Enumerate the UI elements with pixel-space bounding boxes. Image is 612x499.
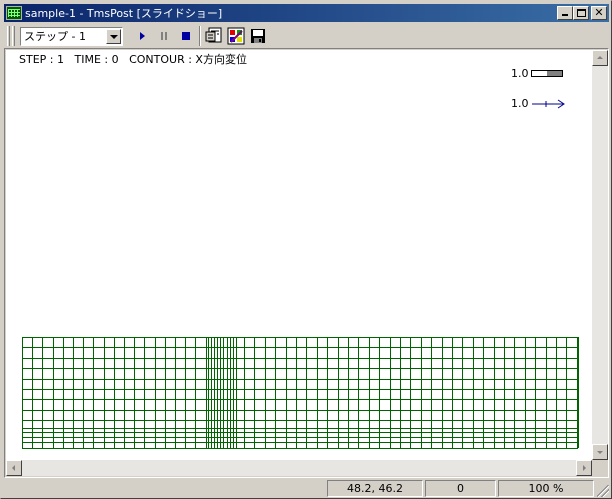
arrow-down-icon [597,451,603,454]
arrow-right-icon [583,465,586,471]
arrow-left-icon [12,465,15,471]
minimize-button[interactable] [557,6,573,20]
pause-icon [161,32,167,40]
chevron-down-icon[interactable] [106,28,121,44]
fe-mesh [22,337,579,449]
resize-grip-icon[interactable] [597,485,609,497]
title-bar[interactable]: sample-1 - TmsPost [スライドショー] ✕ [4,4,609,22]
scroll-up-button[interactable] [592,50,608,66]
app-mesh-icon[interactable] [6,6,22,20]
stop-button[interactable] [175,25,197,47]
properties-icon [205,27,222,43]
close-icon: ✕ [594,6,604,19]
play-button[interactable] [131,25,153,47]
play-icon [139,32,145,40]
status-value: 0 [425,480,496,497]
scroll-right-button[interactable] [576,460,592,476]
maximize-button[interactable] [573,6,589,20]
close-button[interactable]: ✕ [591,6,607,20]
stop-icon [182,32,190,40]
scroll-down-button[interactable] [592,444,608,460]
vertical-scrollbar[interactable] [592,50,608,460]
status-zoom: 100 % [498,480,594,497]
pause-button[interactable] [153,25,175,47]
main-window: sample-1 - TmsPost [スライドショー] ✕ ステップ - 1 [0,0,612,499]
properties-button[interactable] [203,25,225,47]
scroll-left-button[interactable] [6,460,22,476]
graphics-canvas[interactable]: STEP : 1 TIME : 0 CONTOUR : X方向変位 1.0 1.… [6,50,592,460]
arrow-up-icon [597,56,603,59]
floppy-disk-icon [251,29,265,43]
scrollbar-corner [592,460,608,476]
save-button[interactable] [247,25,269,47]
color-palette-button[interactable] [225,25,247,47]
toolbar-grip[interactable] [12,26,15,46]
palette-icon [227,27,245,45]
toolbar: ステップ - 1 [4,24,609,48]
window-title: sample-1 - TmsPost [スライドショー] [25,7,223,20]
horizontal-scrollbar[interactable] [6,460,592,476]
toolbar-grip[interactable] [7,26,10,46]
minimize-icon [562,14,568,16]
toolbar-separator [199,26,201,46]
step-select-value: ステップ - 1 [24,30,86,43]
title-buttons: ✕ [557,6,607,20]
client-area: STEP : 1 TIME : 0 CONTOUR : X方向変位 1.0 1.… [4,48,609,478]
step-select[interactable]: ステップ - 1 [20,26,123,46]
status-bar: 48.2, 46.2 0 100 % [4,480,609,497]
maximize-icon [577,9,586,17]
status-coordinates: 48.2, 46.2 [327,480,423,497]
